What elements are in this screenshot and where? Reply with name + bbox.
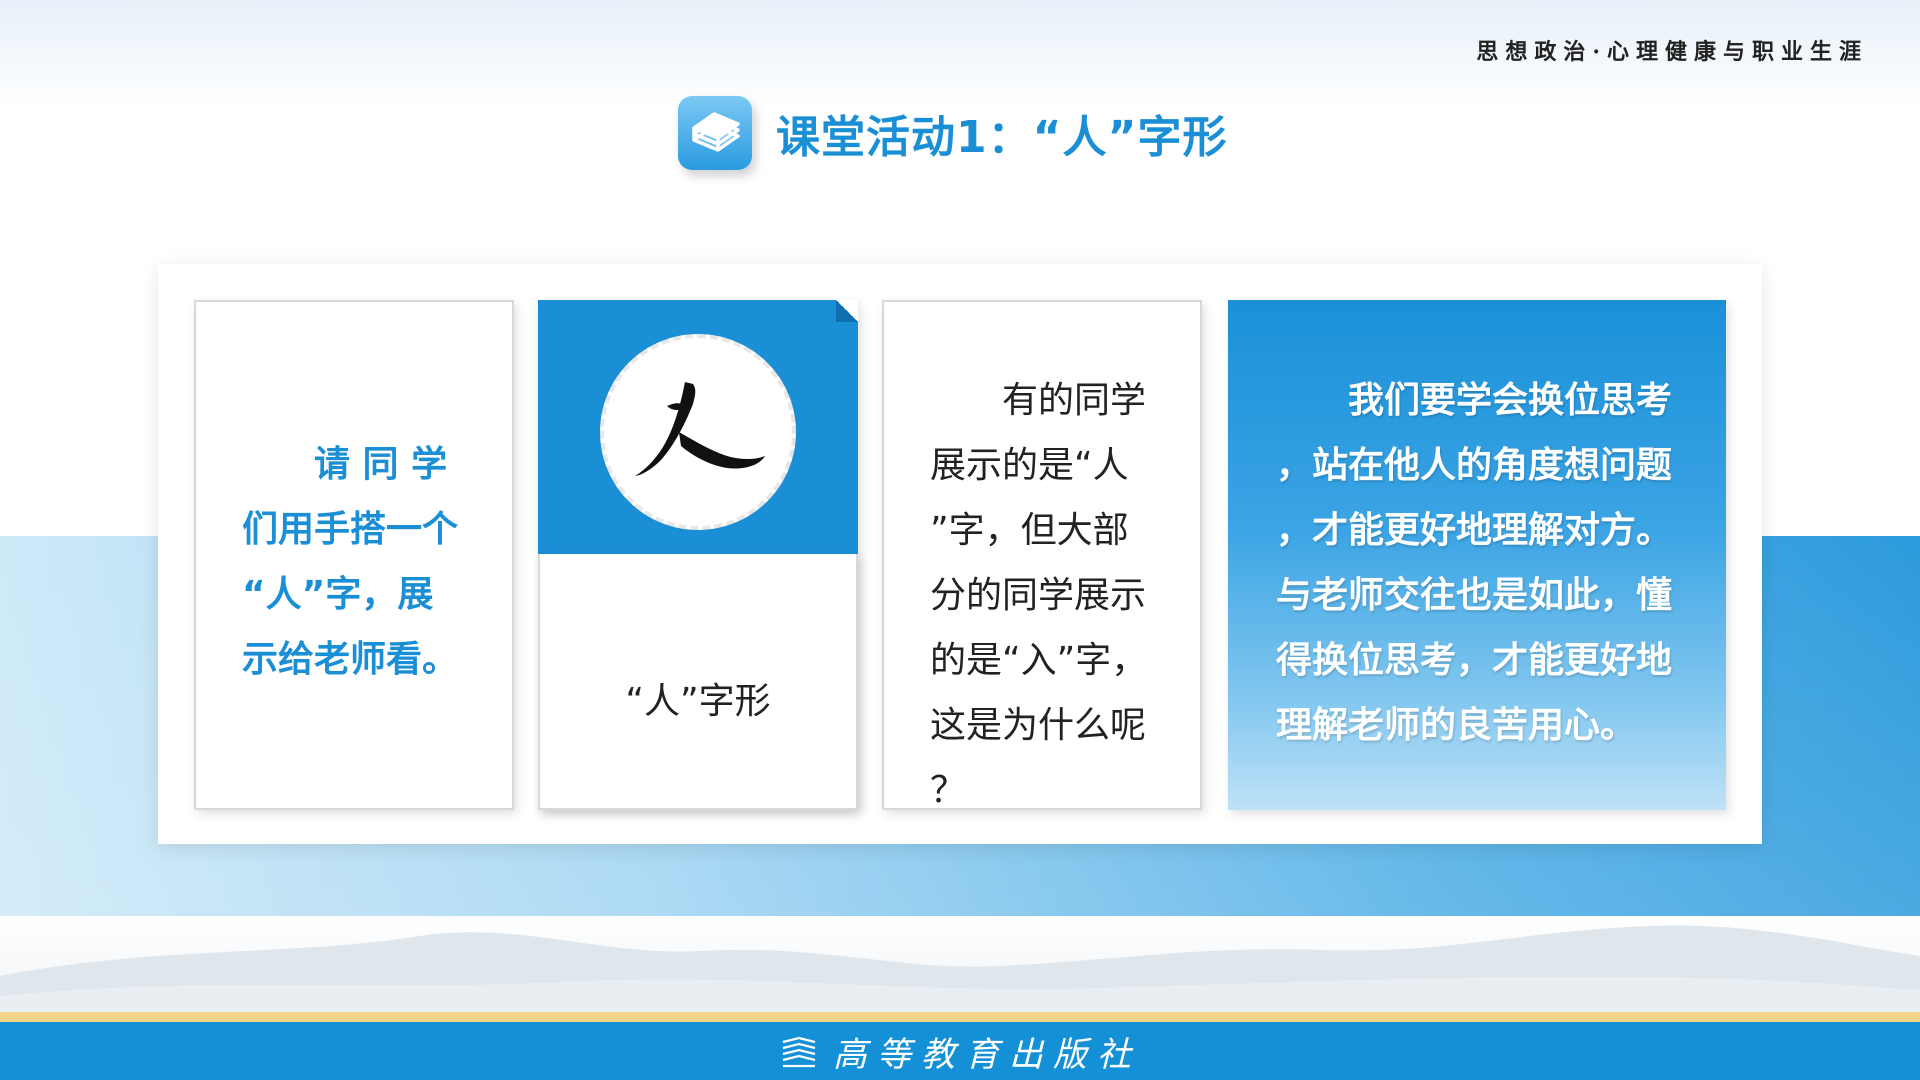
conclusion-line: 与老师交往也是如此，懂 <box>1276 575 1673 616</box>
instruction-line: 请 同 学 <box>314 444 448 485</box>
question-line: ？ <box>930 770 967 811</box>
instruction-line: 们用手搭一个 <box>242 509 459 550</box>
page-title: 课堂活动1：“人”字形 <box>776 112 1228 163</box>
character-caption-area: “人”字形 <box>538 554 858 810</box>
conclusion-text: 我们要学会换位思考 ，站在他人的角度想问题 ，才能更好地理解对方。 与老师交往也… <box>1276 368 1686 758</box>
course-title: 思想政治·心理健康与职业生涯 <box>1476 39 1868 65</box>
character-card: “人”字形 <box>538 300 858 810</box>
question-line: 分的同学展示 <box>930 575 1147 616</box>
question-line: 的是“入”字， <box>930 640 1148 681</box>
conclusion-line: 得换位思考，才能更好地 <box>1276 640 1673 681</box>
book-stack-icon <box>678 96 752 170</box>
folded-corner <box>836 300 858 322</box>
activity-heading: 课堂活动1：“人”字形 <box>678 94 1227 172</box>
question-line: 展示的是“人 <box>930 445 1129 486</box>
conclusion-line: 我们要学会换位思考 <box>1348 380 1673 421</box>
publisher-logo: 高等教育出版社 <box>779 1027 1141 1076</box>
conclusion-line: ，才能更好地理解对方。 <box>1276 510 1673 551</box>
question-line: 有的同学 <box>1002 380 1147 421</box>
character-image-panel <box>538 300 858 554</box>
instruction-card: 请 同 学 们用手搭一个 “人”字，展 示给老师看。 <box>194 300 514 810</box>
question-card: 有的同学 展示的是“人 ”字，但大部 分的同学展示 的是“入”字， 这是为什么呢… <box>882 300 1202 811</box>
publisher-name: 高等教育出版社 <box>833 1034 1141 1075</box>
mountain-landscape <box>0 916 1920 1016</box>
conclusion-line: ，站在他人的角度想问题 <box>1276 445 1673 486</box>
calligraphy-ren-character <box>600 334 796 530</box>
footer-bar: 高等教育出版社 <box>0 1022 1920 1080</box>
instruction-line: “人”字，展 <box>242 574 434 615</box>
instruction-text: 请 同 学 们用手搭一个 “人”字，展 示给老师看。 <box>242 432 470 692</box>
conclusion-line: 理解老师的良苦用心。 <box>1276 705 1637 746</box>
question-line: 这是为什么呢 <box>930 705 1147 746</box>
conclusion-card: 我们要学会换位思考 ，站在他人的角度想问题 ，才能更好地理解对方。 与老师交往也… <box>1228 300 1726 810</box>
question-line: ”字，但大部 <box>930 510 1129 551</box>
instruction-line: 示给老师看。 <box>242 639 459 680</box>
activity-panel: 请 同 学 们用手搭一个 “人”字，展 示给老师看。 “人”字形 有的同学 展示… <box>158 264 1762 844</box>
publisher-books-icon <box>782 1036 816 1068</box>
gold-divider <box>0 1012 1920 1022</box>
question-text: 有的同学 展示的是“人 ”字，但大部 分的同学展示 的是“入”字， 这是为什么呢… <box>930 368 1158 823</box>
character-caption: “人”字形 <box>625 681 771 722</box>
